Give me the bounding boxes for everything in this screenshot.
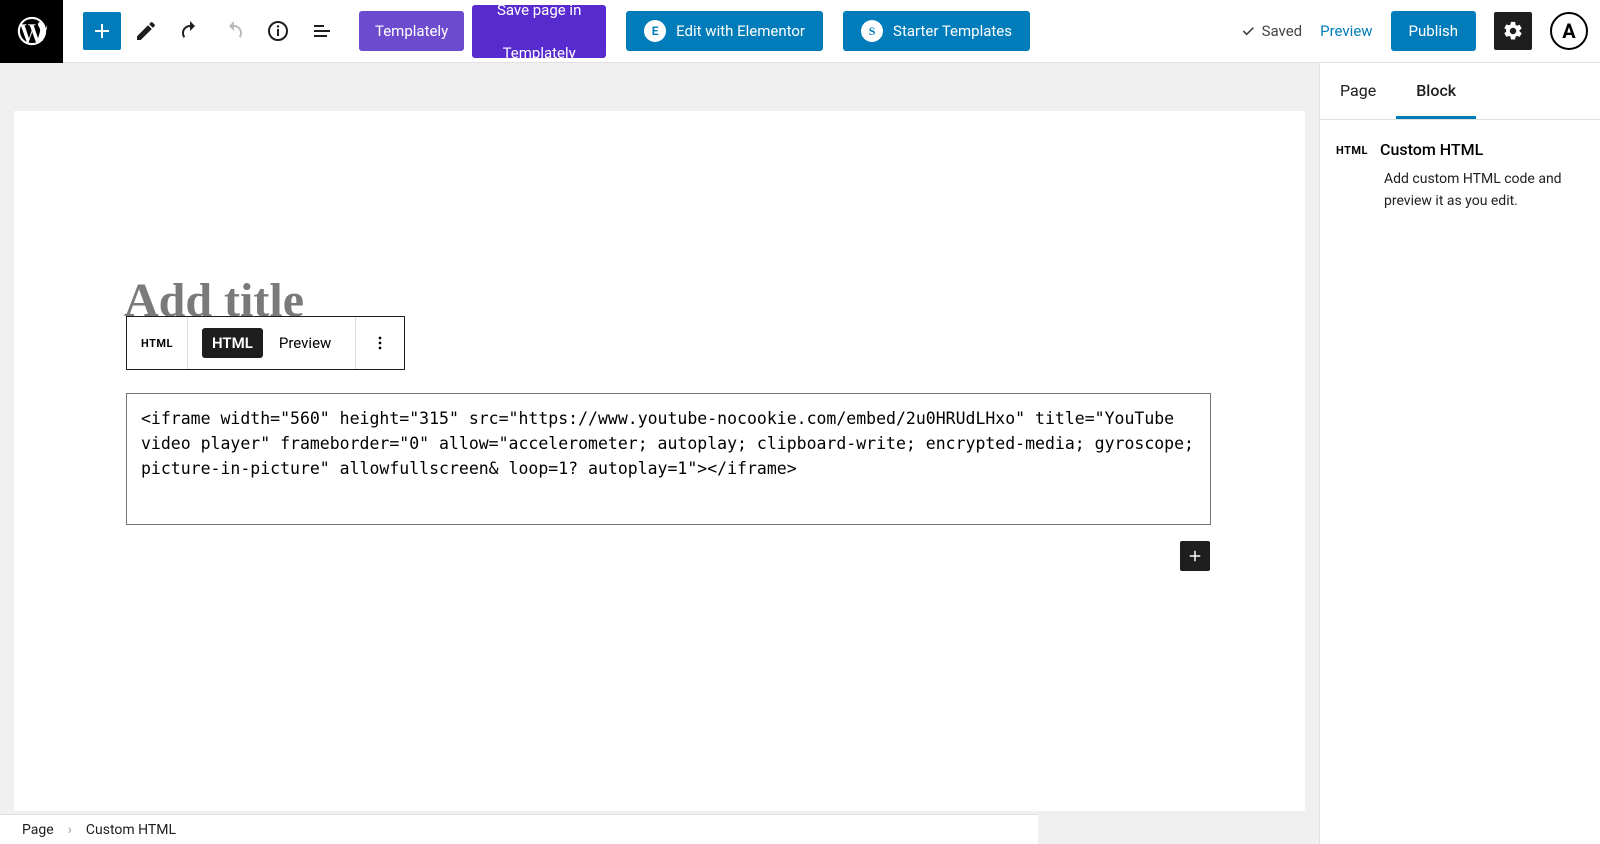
undo-button[interactable] [171,12,209,50]
tools-button[interactable] [127,12,165,50]
undo-icon [178,19,202,43]
save-templately-label-top: Save page in [497,5,581,19]
pencil-icon [134,19,158,43]
preview-tab[interactable]: Preview [269,328,341,358]
gear-icon [1502,20,1524,42]
starter-templates-icon: S [861,20,883,42]
editor-canvas-wrap: Add title HTML HTML Preview [0,63,1319,844]
chevron-right-icon: › [68,822,72,838]
settings-sidebar: Page Block HTML Custom HTML Add custom H… [1319,63,1600,844]
templately-label: Templately [375,22,448,40]
toolbar-left-group [63,12,351,50]
custom-html-block [126,393,1211,529]
add-block-button[interactable] [83,12,121,50]
astra-icon: A [1562,19,1575,43]
sidebar-tabs: Page Block [1320,63,1600,120]
info-icon [266,19,290,43]
sidebar-block-title: Custom HTML [1380,140,1483,159]
preview-link[interactable]: Preview [1320,22,1372,40]
save-templately-button[interactable]: Save page in Templately [472,5,606,58]
redo-button[interactable] [215,12,253,50]
editor-canvas: Add title HTML HTML Preview [14,111,1305,811]
toolbar-right-group: Saved Preview Publish A [1240,11,1600,51]
edit-elementor-button[interactable]: E Edit with Elementor [626,11,823,51]
plus-icon [1186,547,1204,565]
saved-label: Saved [1262,22,1303,40]
plus-icon [90,19,114,43]
wordpress-logo[interactable] [0,0,63,63]
block-view-tabs: HTML Preview [188,317,356,369]
publish-label: Publish [1409,22,1458,40]
breadcrumb-current[interactable]: Custom HTML [86,822,176,838]
list-outline-icon [310,19,334,43]
block-toolbar: HTML HTML Preview [126,316,405,370]
tab-block[interactable]: Block [1396,63,1476,119]
sidebar-body: HTML Custom HTML Add custom HTML code an… [1320,120,1600,232]
add-block-after-button[interactable] [1180,541,1210,571]
html-tab[interactable]: HTML [202,328,263,358]
check-icon [1240,23,1256,39]
wordpress-icon [15,14,49,48]
main-row: Add title HTML HTML Preview [0,63,1600,844]
outline-button[interactable] [303,12,341,50]
publish-button[interactable]: Publish [1391,11,1476,51]
top-toolbar: Templately Save page in Templately E Edi… [0,0,1600,63]
sidebar-block-heading: HTML Custom HTML [1336,140,1584,159]
info-button[interactable] [259,12,297,50]
templately-button[interactable]: Templately [359,11,464,51]
starter-templates-button[interactable]: S Starter Templates [843,11,1030,51]
saved-indicator: Saved [1240,22,1303,40]
html-code-textarea[interactable] [126,393,1211,525]
block-type-button[interactable]: HTML [127,317,188,369]
astra-button[interactable]: A [1550,12,1588,50]
edit-elementor-label: Edit with Elementor [676,22,805,40]
html-block-icon: HTML [1336,140,1368,157]
sidebar-block-description: Add custom HTML code and preview it as y… [1384,169,1584,212]
more-vertical-icon [370,333,390,353]
save-templately-label-bottom: Templately [503,44,576,58]
redo-icon [222,19,246,43]
tab-page[interactable]: Page [1320,63,1396,119]
breadcrumb: Page › Custom HTML [0,814,1038,844]
elementor-icon: E [644,20,666,42]
html-block-icon: HTML [141,337,173,350]
block-more-button[interactable] [356,317,404,369]
settings-button[interactable] [1494,12,1532,50]
breadcrumb-root[interactable]: Page [22,822,54,838]
starter-templates-label: Starter Templates [893,22,1012,40]
